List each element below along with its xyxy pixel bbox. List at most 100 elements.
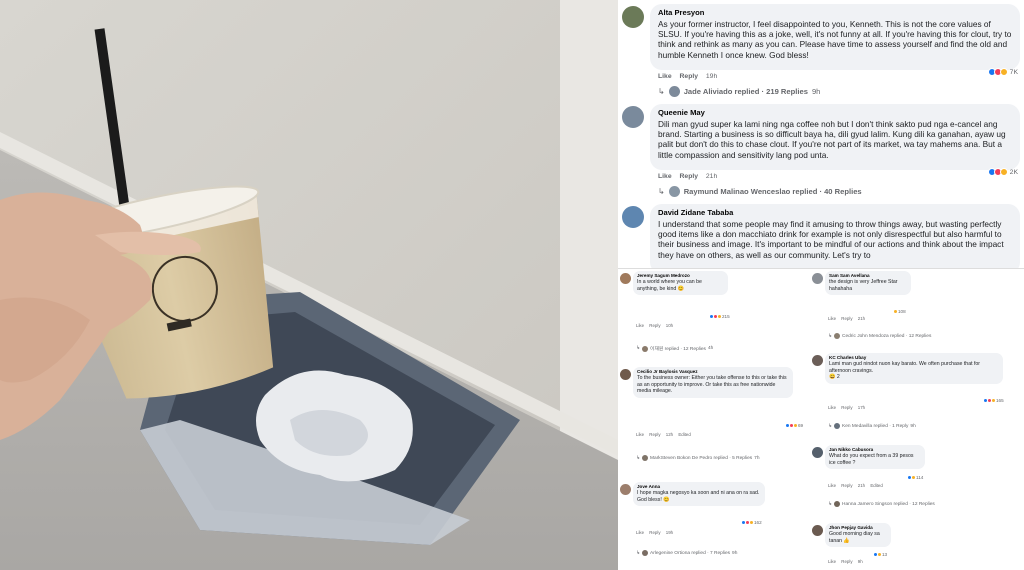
comments-panel: Alta Presyon As your former instructor, … bbox=[618, 0, 1024, 570]
replies-label: Arlegenine Ortiona replied · 7 Replies bbox=[650, 550, 731, 556]
like-button[interactable]: Like bbox=[658, 173, 672, 180]
view-replies-link[interactable]: ↳ MarkSteven Bokon De Pedro replied · 5 … bbox=[636, 455, 760, 461]
comment-actions: Like Reply 10h bbox=[636, 323, 677, 328]
reaction-summary[interactable]: 7K bbox=[987, 68, 1018, 76]
reply-arrow-icon: ↳ bbox=[828, 333, 833, 339]
replier-avatar bbox=[642, 455, 649, 461]
avatar[interactable] bbox=[620, 273, 631, 284]
replies-label: Ken Medavilla replied · 1 Reply bbox=[842, 423, 909, 429]
reaction-summary[interactable]: 165 bbox=[983, 398, 1004, 403]
comment: David Zidane Tababa I understand that so… bbox=[622, 204, 1020, 274]
reaction-summary[interactable]: 108 bbox=[893, 309, 906, 314]
top-comments-section: Alta Presyon As your former instructor, … bbox=[618, 0, 1024, 274]
comment-bubble: Sam Sam Avellana the design is very Jeff… bbox=[825, 271, 911, 296]
reply-button[interactable]: Reply bbox=[841, 316, 852, 321]
avatar[interactable] bbox=[812, 447, 823, 458]
like-button[interactable]: Like bbox=[658, 73, 672, 80]
commenter-name[interactable]: Queenie May bbox=[658, 108, 1012, 117]
like-button[interactable]: Like bbox=[828, 316, 836, 321]
timestamp[interactable]: 12h bbox=[666, 432, 673, 437]
reply-button[interactable]: Reply bbox=[680, 73, 699, 80]
commenter-name[interactable]: KC Charles Ubay bbox=[829, 355, 999, 360]
reply-arrow-icon: ↳ bbox=[658, 187, 665, 196]
replies-label: Jade Aliviado replied · 219 Replies bbox=[683, 87, 808, 96]
like-button[interactable]: Like bbox=[828, 405, 836, 410]
reply-button[interactable]: Reply bbox=[841, 559, 852, 564]
view-replies-link[interactable]: ↳ Ken Medavilla replied · 1 Reply 9h bbox=[828, 423, 916, 429]
timestamp[interactable]: 19h bbox=[666, 530, 673, 535]
comment-text: I understand that some people may find i… bbox=[658, 219, 1004, 260]
avatar[interactable] bbox=[812, 355, 823, 366]
view-replies-link[interactable]: ↳ Arlegenine Ortiona replied · 7 Replies… bbox=[636, 550, 737, 556]
comment: Jhon Pepjay Gavida Good morning diay sa … bbox=[812, 523, 1022, 569]
reaction-summary[interactable]: 162 bbox=[741, 520, 762, 525]
reply-button[interactable]: Reply bbox=[841, 405, 852, 410]
reply-button[interactable]: Reply bbox=[649, 323, 660, 328]
reaction-count: 162 bbox=[754, 520, 762, 525]
timestamp[interactable]: 10h bbox=[666, 323, 673, 328]
view-replies-link[interactable]: ↳ Hanna Jamero Singson replied · 12 Repl… bbox=[828, 501, 935, 507]
like-button[interactable]: Like bbox=[828, 559, 836, 564]
comment-actions: Like Reply 19h bbox=[636, 530, 677, 535]
like-button[interactable]: Like bbox=[636, 530, 644, 535]
reaction-count: 7K bbox=[1009, 68, 1018, 76]
reaction-summary[interactable]: 69 bbox=[785, 423, 803, 428]
reply-button[interactable]: Reply bbox=[649, 432, 660, 437]
reaction-summary[interactable]: 2K bbox=[987, 168, 1018, 176]
timestamp[interactable]: 21h bbox=[858, 316, 865, 321]
timestamp[interactable]: 21h bbox=[858, 483, 865, 488]
avatar[interactable] bbox=[812, 525, 823, 536]
haha-emoji-icon: 😄 bbox=[829, 374, 836, 381]
view-replies-link[interactable]: ↳ Jade Aliviado replied · 219 Replies 9h bbox=[658, 86, 820, 97]
commenter-name[interactable]: Alta Presyon bbox=[658, 8, 1012, 17]
reaction-summary[interactable]: 114 bbox=[907, 475, 923, 480]
timestamp[interactable]: 19h bbox=[706, 73, 717, 80]
avatar[interactable] bbox=[620, 484, 631, 495]
comment-actions: Like Reply 9h bbox=[828, 559, 867, 564]
timestamp[interactable]: 21h bbox=[706, 173, 717, 180]
reply-button[interactable]: Reply bbox=[649, 530, 660, 535]
comment: Cecilio Jr Baylosis Vasquez To the busin… bbox=[620, 367, 810, 472]
avatar[interactable] bbox=[622, 206, 644, 228]
view-replies-link[interactable]: ↳ Raymund Malinao Wenceslao replied · 40… bbox=[658, 186, 862, 197]
comment-actions: Like Reply 21h bbox=[658, 173, 717, 180]
commenter-name[interactable]: Jhon Pepjay Gavida bbox=[829, 525, 887, 530]
commenter-name[interactable]: Jove Anna bbox=[637, 484, 761, 489]
photo-cup-in-trash bbox=[0, 0, 618, 570]
comment: Queenie May Dili man gyud super ka lami … bbox=[622, 104, 1020, 204]
reply-button[interactable]: Reply bbox=[841, 483, 852, 488]
comment-bubble: Jeremy Sagum Medrozo In a world where yo… bbox=[633, 271, 728, 296]
like-button[interactable]: Like bbox=[828, 483, 836, 488]
commenter-name[interactable]: David Zidane Tababa bbox=[658, 208, 1012, 217]
photo-illustration bbox=[0, 0, 618, 570]
view-replies-link[interactable]: ↳ Cedric John Mendoza replied · 12 Repli… bbox=[828, 333, 931, 339]
comment: KC Charles Ubay Lami man gud nindot nuon… bbox=[812, 353, 1022, 439]
replies-label: Raymund Malinao Wenceslao replied · 40 R… bbox=[683, 187, 862, 196]
replies-time: 4h bbox=[707, 346, 714, 351]
like-button[interactable]: Like bbox=[636, 432, 644, 437]
commenter-name[interactable]: Jeremy Sagum Medrozo bbox=[637, 273, 724, 278]
commenter-name[interactable]: Cecilio Jr Baylosis Vasquez bbox=[637, 369, 789, 374]
reply-button[interactable]: Reply bbox=[680, 173, 699, 180]
reply-arrow-icon: ↳ bbox=[636, 550, 641, 556]
timestamp[interactable]: 9h bbox=[858, 559, 863, 564]
reaction-icons bbox=[987, 168, 1008, 176]
avatar[interactable] bbox=[622, 6, 644, 28]
like-button[interactable]: Like bbox=[636, 323, 644, 328]
view-replies-link[interactable]: ↳ 이재원 replied · 12 Replies 4h bbox=[636, 345, 713, 352]
avatar[interactable] bbox=[812, 273, 823, 284]
reaction-summary[interactable]: 215 bbox=[709, 314, 730, 319]
comment-actions: Like Reply 21h Edited bbox=[828, 483, 887, 488]
commenter-name[interactable]: Jan Nikko Cabusora bbox=[829, 447, 921, 452]
commenter-name[interactable]: Sam Sam Avellana bbox=[829, 273, 907, 278]
comment-bubble: Jhon Pepjay Gavida Good morning diay sa … bbox=[825, 523, 891, 548]
avatar[interactable] bbox=[620, 369, 631, 380]
reaction-count: 215 bbox=[722, 314, 730, 319]
replier-avatar bbox=[834, 333, 841, 339]
replier-avatar bbox=[834, 423, 841, 429]
timestamp[interactable]: 17h bbox=[858, 405, 865, 410]
reaction-summary[interactable]: 13 bbox=[873, 552, 887, 557]
comment-bubble: Jove Anna I hope magka negosyo ka soon a… bbox=[633, 482, 765, 507]
avatar[interactable] bbox=[622, 106, 644, 128]
comment: Jeremy Sagum Medrozo In a world where yo… bbox=[620, 271, 810, 361]
